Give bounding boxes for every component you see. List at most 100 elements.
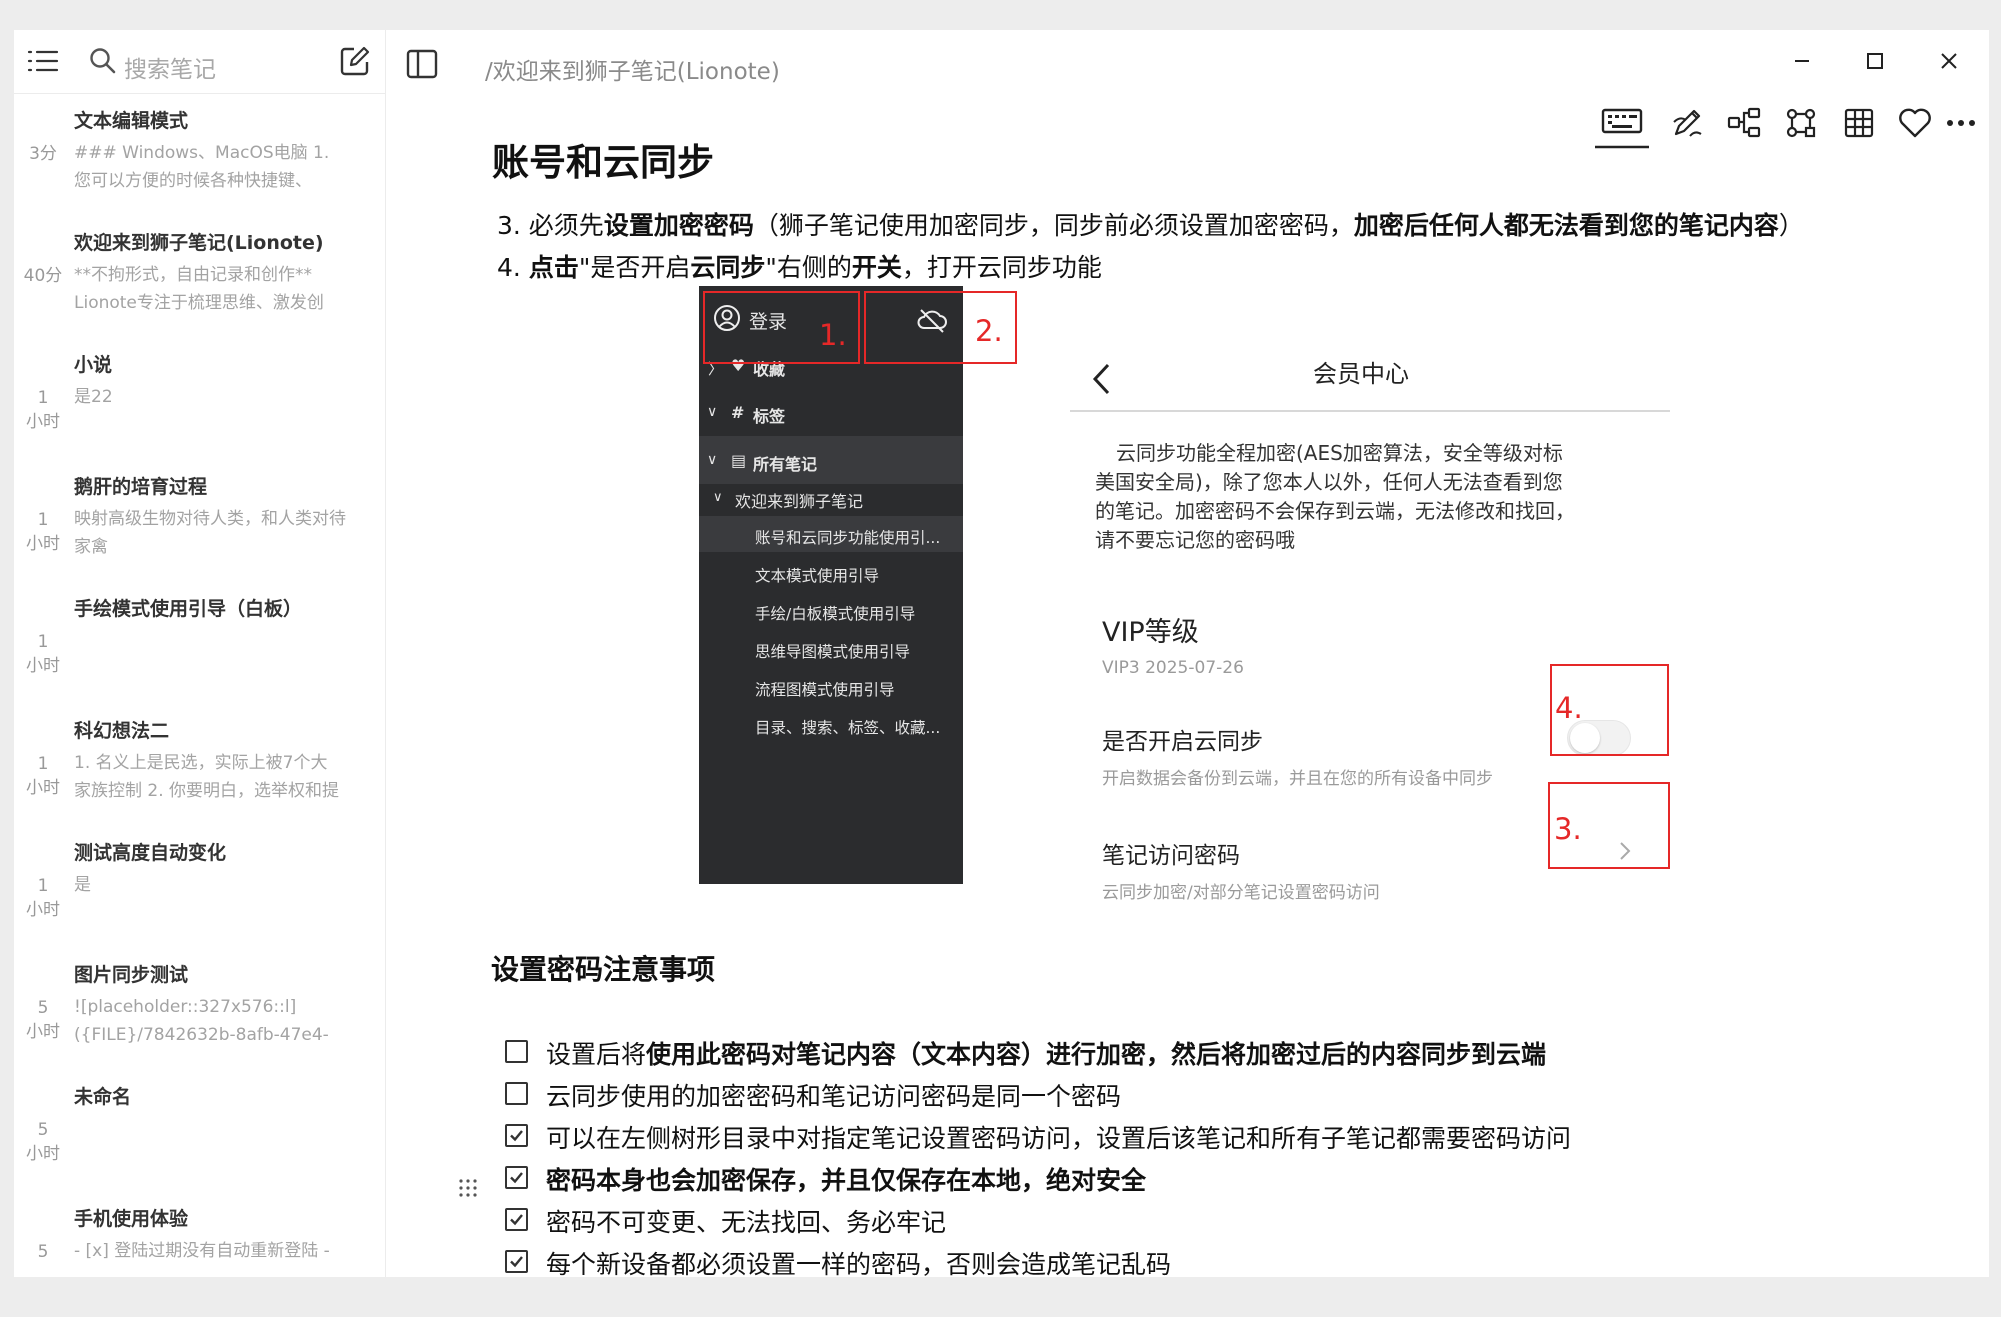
sync-description-line: 云同步功能全程加密(AES加密算法，安全等级对标	[1116, 441, 1563, 465]
checklist-text[interactable]: 云同步使用的加密密码和笔记访问密码是同一个密码	[546, 1077, 1121, 1113]
note-time: 5 小时	[26, 1120, 60, 1164]
mindmap-icon[interactable]	[1727, 106, 1761, 140]
note-list-item[interactable]: 小说 1 小时 是22	[14, 350, 386, 472]
page-title: 账号和云同步	[492, 141, 714, 184]
note-title: 未命名	[74, 1086, 132, 1108]
annotation-marker-3: 3.	[1554, 812, 1582, 846]
editor-area: /欢迎来到狮子笔记(Lionote) 账号和云同步 3. 必须先设置加密密码（狮…	[387, 30, 1989, 1277]
sidebar-toolbar: 搜索笔记	[14, 30, 386, 94]
embedded-tree-item: 文本模式使用引导	[755, 567, 880, 585]
note-preview: - [x] 登陆过期没有自动重新登陆 -	[74, 1241, 330, 1261]
notice-heading: 设置密码注意事项	[491, 953, 716, 986]
vip-value: VIP3 2025-07-26	[1102, 658, 1244, 678]
hash-icon: #	[731, 403, 745, 422]
note-title: 图片同步测试	[74, 964, 189, 986]
notes-icon: ▤	[731, 451, 747, 470]
sync-description-line: 请不要忘记您的密码哦	[1095, 528, 1295, 552]
note-list-item[interactable]: 测试高度自动变化 1 小时是	[14, 838, 386, 960]
notes-sidebar: 搜索笔记 文本编辑模式 3分 ### Windows、MacOS电脑 1. 您可以方便…	[14, 30, 386, 1277]
sync-desc: 开启数据会备份到云端，并且在您的所有设备中同步	[1102, 769, 1493, 789]
note-time: 1 小时	[26, 754, 60, 798]
note-title: 小说	[74, 354, 113, 376]
search-icon	[90, 48, 116, 74]
note-time: 5 小时	[26, 998, 60, 1042]
note-list-item[interactable]: 文本编辑模式 3分 ### Windows、MacOS电脑 1. 您可以方便的时候各种…	[14, 106, 386, 228]
note-preview: 是22	[74, 387, 113, 407]
chevron-down-icon: ∨	[707, 452, 718, 468]
checklist-text[interactable]: 密码不可变更、无法找回、务必牢记	[546, 1203, 946, 1239]
back-icon	[1092, 363, 1110, 395]
flowchart-icon[interactable]	[1784, 106, 1818, 140]
all-notes-label: 所有笔记	[753, 455, 818, 474]
embedded-tree-item: 手绘/白板模式使用引导	[755, 605, 916, 623]
checklist-text[interactable]: 可以在左侧树形目录中对指定笔记设置密码访问，设置后该笔记和所有子笔记都需要密码访…	[546, 1119, 1571, 1155]
note-time: 1 小时	[26, 388, 60, 432]
sidebar-toggle-icon[interactable]	[405, 47, 439, 81]
more-icon[interactable]	[1944, 106, 1978, 140]
annotation-marker-4: 4.	[1555, 691, 1583, 725]
heart-icon[interactable]	[1897, 106, 1933, 140]
breadcrumb: /欢迎来到狮子笔记(Lionote)	[485, 59, 780, 85]
note-title: 测试高度自动变化	[74, 842, 227, 864]
checkbox-checked[interactable]	[505, 1124, 528, 1147]
note-time: 40分	[23, 266, 63, 286]
note-list-item[interactable]: 科幻想法二 1 小时 1. 名义上是民选，实际上被7个大 家族控制 2. 你要明白，选…	[14, 716, 386, 838]
header-divider	[1070, 410, 1670, 412]
note-preview: ### Windows、MacOS电脑 1. 您可以方便的时候各种快捷键、	[74, 143, 330, 191]
sync-description-line: 的笔记。加密密码不会保存到云端，无法修改和找回，	[1095, 499, 1575, 523]
note-list-item[interactable]: 图片同步测试5 小时 ![placeholder::327x576::l] ({FIL…	[14, 960, 386, 1082]
checklist-text[interactable]: 每个新设备都必须设置一样的密码，否则会造成笔记乱码	[546, 1245, 1171, 1277]
embedded-tree-item: 目录、搜索、标签、收藏...	[755, 719, 941, 737]
checkbox-unchecked[interactable]	[505, 1082, 528, 1105]
note-title: 欢迎来到狮子笔记(Lionote)	[74, 232, 324, 254]
checklist-text[interactable]: 密码本身也会加密保存，并且仅保存在本地，绝对安全	[546, 1161, 1146, 1197]
chevron-down-icon: ∨	[713, 490, 723, 505]
maximize-icon[interactable]	[1860, 46, 1890, 76]
minimize-icon[interactable]	[1787, 46, 1817, 76]
tags-label: 标签	[753, 407, 786, 426]
note-preview: 1. 名义上是民选，实际上被7个大 家族控制 2. 你要明白，选举权和提	[74, 753, 340, 801]
member-center-header: 会员中心	[1313, 360, 1409, 388]
keyboard-icon[interactable]	[1593, 102, 1651, 152]
note-time: 5	[37, 1242, 49, 1262]
annotation-marker-2: 2.	[975, 314, 1003, 348]
note-list-item[interactable]: 手机使用体验 5 - [x] 登陆过期没有自动重新登陆 -	[14, 1204, 386, 1277]
sync-description-line: 美国安全局)，除了您本人以外，任何人无法查看到您	[1095, 470, 1563, 494]
embedded-tree-item: 思维导图模式使用引导	[755, 643, 911, 661]
note-time: 1 小时	[26, 876, 60, 920]
checklist-text[interactable]: 设置后将使用此密码对笔记内容（文本内容）进行加密，然后将加密过后的内容同步到云端	[546, 1035, 1546, 1071]
search-input[interactable]: 搜索笔记	[124, 50, 216, 84]
note-title: 鹅肝的培育过程	[74, 476, 208, 498]
new-note-icon[interactable]	[338, 44, 372, 78]
note-preview: ![placeholder::327x576::l] ({FILE}/784263…	[74, 997, 329, 1045]
embedded-tree-item: 流程图模式使用引导	[755, 681, 895, 699]
note-list-item[interactable]: 欢迎来到狮子笔记(Lionote) 40分 **不拘形式，自由记录和创作** Lio…	[14, 228, 386, 350]
annotation-marker-1: 1.	[819, 318, 847, 352]
embedded-screenshot-sidebar: 登录 〉 ♥ 收藏 ∨ # 标签 ∨ ▤ 所有笔记 ∨ 欢迎来到狮子笔记 账号和…	[699, 286, 963, 884]
note-title: 文本编辑模式	[74, 110, 189, 132]
close-icon[interactable]	[1934, 46, 1964, 76]
checkbox-checked[interactable]	[505, 1166, 528, 1189]
note-list-item[interactable]: 鹅肝的培育过程 1 小时 映射高级生物对待人类，和人类对待 家禽	[14, 472, 386, 594]
checkbox-unchecked[interactable]	[505, 1040, 528, 1063]
drag-handle-icon[interactable]	[457, 1177, 479, 1199]
password-title: 笔记访问密码	[1102, 843, 1240, 869]
password-desc: 云同步加密/对部分笔记设置密码访问	[1102, 883, 1380, 903]
vip-title: VIP等级	[1102, 617, 1199, 648]
note-title: 科幻想法二	[74, 720, 170, 742]
note-time: 3分	[29, 144, 57, 164]
note-title: 手绘模式使用引导（白板）	[74, 598, 303, 620]
checkbox-checked[interactable]	[505, 1250, 528, 1273]
table-icon[interactable]	[1842, 106, 1876, 140]
note-list-item[interactable]: 手绘模式使用引导（白板） 1 小时	[14, 594, 386, 716]
folder-label: 欢迎来到狮子笔记	[735, 492, 864, 511]
note-time: 1 小时	[26, 510, 60, 554]
list-icon[interactable]	[26, 44, 60, 78]
embedded-tree-item: 账号和云同步功能使用引...	[755, 529, 941, 547]
app-window: 搜索笔记 文本编辑模式 3分 ### Windows、MacOS电脑 1. 您可以方便…	[14, 30, 1989, 1277]
checkbox-checked[interactable]	[505, 1208, 528, 1231]
draw-icon[interactable]	[1670, 106, 1704, 140]
sync-title: 是否开启云同步	[1102, 729, 1263, 755]
note-list-item[interactable]: 未命名 5 小时	[14, 1082, 386, 1204]
note-time: 1 小时	[26, 632, 60, 676]
